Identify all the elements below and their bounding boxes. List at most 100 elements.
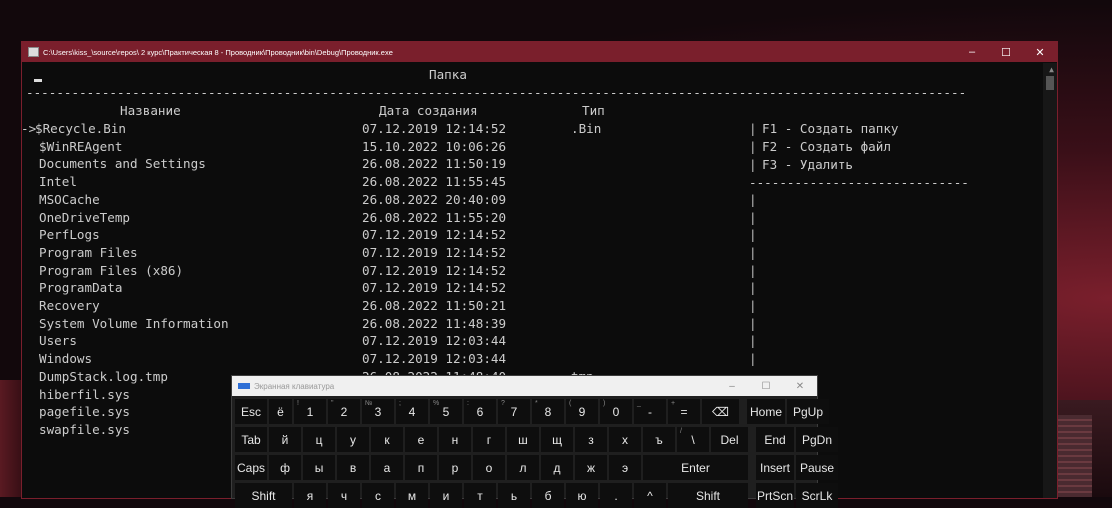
key-label: с <box>375 488 381 503</box>
key-char[interactable]: к <box>371 427 403 452</box>
console-scrollbar[interactable]: ▲ <box>1043 63 1057 498</box>
key-esc[interactable]: Esc <box>235 399 267 424</box>
key-char[interactable]: ю <box>566 483 598 508</box>
key-label: 0 <box>612 404 620 419</box>
scroll-thumb[interactable] <box>1046 76 1054 90</box>
key-char[interactable]: и <box>430 483 462 508</box>
console-app-icon <box>28 47 39 57</box>
file-date: 07.12.2019 12:14:52 <box>362 280 507 296</box>
key-home[interactable]: Home <box>747 399 785 424</box>
key-char[interactable]: в <box>337 455 369 480</box>
key-prtscn[interactable]: PrtScn <box>756 483 794 508</box>
key-char[interactable]: ⌫ <box>702 399 739 424</box>
key-label: 3 <box>374 404 382 419</box>
key-char[interactable]: н <box>439 427 471 452</box>
osk-maximize-button[interactable]: ☐ <box>749 381 783 392</box>
key-pause[interactable]: Pause <box>796 455 838 480</box>
file-date: 07.12.2019 12:14:52 <box>362 244 507 260</box>
key-char[interactable]: р <box>439 455 471 480</box>
maximize-button[interactable]: ☐ <box>989 46 1023 59</box>
key-char[interactable]: ^ <box>634 483 666 508</box>
key-char[interactable]: м <box>396 483 428 508</box>
key-char[interactable]: е <box>405 427 437 452</box>
key-char[interactable]: ш <box>507 427 539 452</box>
file-name: ProgramData <box>39 280 123 296</box>
osk-titlebar[interactable]: Экранная клавиатура – ☐ ✕ <box>232 376 817 396</box>
key-shift[interactable]: Shift <box>668 483 748 508</box>
key-char[interactable]: а <box>371 455 403 480</box>
key-enter[interactable]: Enter <box>643 455 748 480</box>
key-char[interactable]: % 5 <box>430 399 462 424</box>
key-char[interactable]: г <box>473 427 505 452</box>
key-char[interactable]: д <box>541 455 573 480</box>
key-char[interactable]: _ - <box>634 399 666 424</box>
key-char[interactable]: ) 0 <box>600 399 632 424</box>
key-char[interactable]: ; 4 <box>396 399 428 424</box>
key-char[interactable]: ж <box>575 455 607 480</box>
key-shift[interactable]: Shift <box>235 483 292 508</box>
key-char[interactable]: я <box>294 483 326 508</box>
key-char[interactable]: х <box>609 427 641 452</box>
key-caps[interactable]: Caps <box>235 455 267 480</box>
osk-minimize-button[interactable]: – <box>715 381 749 392</box>
column-header-name: Название <box>120 103 181 118</box>
key-char[interactable]: ы <box>303 455 335 480</box>
minimize-button[interactable]: – <box>955 46 989 58</box>
key-char[interactable]: / \ <box>677 427 709 452</box>
menu-border-segment: | <box>749 262 757 278</box>
key-char[interactable]: з <box>575 427 607 452</box>
key-char[interactable]: п <box>405 455 437 480</box>
close-button[interactable]: ✕ <box>1023 46 1057 59</box>
key-char[interactable]: * 8 <box>532 399 564 424</box>
key-char[interactable]: ? 7 <box>498 399 530 424</box>
key-char[interactable]: й <box>269 427 301 452</box>
key-char[interactable]: " 2 <box>328 399 360 424</box>
console-titlebar[interactable]: C:\Users\kiss_\source\repos\ 2 курс\Прак… <box>22 42 1057 62</box>
key-char[interactable]: щ <box>541 427 573 452</box>
osk-close-button[interactable]: ✕ <box>783 381 817 392</box>
key-pgup[interactable]: PgUp <box>787 399 829 424</box>
file-date: 26.08.2022 11:48:39 <box>362 315 507 331</box>
key-char[interactable]: ч <box>328 483 360 508</box>
file-name: Program Files <box>39 244 138 260</box>
key-char[interactable]: ц <box>303 427 335 452</box>
key-label: Del <box>720 432 739 447</box>
file-name: Intel <box>39 174 77 190</box>
key-char[interactable]: т <box>464 483 496 508</box>
key-char[interactable]: э <box>609 455 641 480</box>
key-char[interactable]: л <box>507 455 539 480</box>
key-tab[interactable]: Tab <box>235 427 267 452</box>
key-scrlk[interactable]: ScrLk <box>796 483 838 508</box>
key-label: у <box>350 432 356 447</box>
menu-border-segment: | <box>749 227 757 243</box>
key-label: б <box>544 488 552 503</box>
column-header-type: Тип <box>582 103 605 118</box>
key-end[interactable]: End <box>756 427 794 452</box>
key-pgdn[interactable]: PgDn <box>796 427 838 452</box>
key-label: Insert <box>759 460 790 475</box>
menu-item-create-folder: F1 - Создать папку <box>762 121 899 136</box>
key-char[interactable]: (9 <box>566 399 598 424</box>
key-char[interactable]: ь <box>498 483 530 508</box>
key-char[interactable]: ъ <box>643 427 675 452</box>
key-label: ю <box>577 488 587 503</box>
key-insert[interactable]: Insert <box>756 455 794 480</box>
key-char[interactable]: б <box>532 483 564 508</box>
key-char[interactable]: у <box>337 427 369 452</box>
key-label: х <box>622 432 628 447</box>
file-name: Documents and Settings <box>39 156 206 172</box>
key-char[interactable]: о <box>473 455 505 480</box>
key-char[interactable]: ф <box>269 455 301 480</box>
key-char[interactable]: :6 <box>464 399 496 424</box>
key-sublabel: : <box>467 400 469 407</box>
key-char[interactable]: с <box>362 483 394 508</box>
key-label: PgDn <box>801 432 833 447</box>
key-char[interactable]: . <box>600 483 632 508</box>
key-char[interactable]: ! 1 <box>294 399 326 424</box>
key-char[interactable]: ё <box>269 399 292 424</box>
key-del[interactable]: Del <box>711 427 748 452</box>
key-char[interactable]: № 3 <box>362 399 394 424</box>
key-char[interactable]: + = <box>668 399 700 424</box>
selection-arrow: -> <box>21 121 37 136</box>
scroll-up-arrow-icon[interactable]: ▲ <box>1049 65 1054 74</box>
